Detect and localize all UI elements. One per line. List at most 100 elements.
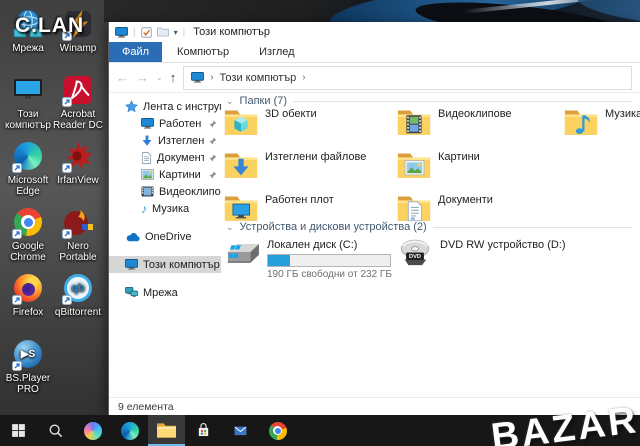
- sidebar-item-downloads[interactable]: Изтеглени файлове: [109, 132, 221, 149]
- ribbon-tabs: Файл Компютър Изглед: [109, 42, 640, 63]
- explorer-task-icon: [156, 422, 177, 439]
- folder-tile-documents[interactable]: Документи: [396, 191, 564, 225]
- taskbar-start-button[interactable]: [0, 415, 37, 446]
- item-count: 9 елемента: [118, 400, 174, 413]
- watermark-top-left: C.LAN: [15, 14, 85, 37]
- shortcut-arrow-icon: [62, 295, 72, 305]
- new-folder-icon[interactable]: [156, 27, 169, 37]
- group-header-devices[interactable]: ⌄ Устройства и дискови устройства (2): [226, 221, 632, 233]
- taskbar-copilot-button[interactable]: [74, 415, 111, 446]
- sidebar-item-music[interactable]: ♪ Музика: [109, 200, 221, 217]
- desktop-icon-label: Този компютър: [4, 109, 51, 131]
- chrome-icon: [11, 205, 45, 239]
- folder-tile-label: Изтеглени файлове: [265, 151, 367, 163]
- desktop-icon-irfanview[interactable]: IrfanView: [51, 139, 105, 186]
- desktop-icon-chrome[interactable]: Google Chrome: [1, 205, 55, 263]
- this-pc-icon: [11, 73, 45, 107]
- window-title: Този компютър: [193, 26, 270, 38]
- music-mini-icon: ♪: [141, 201, 147, 216]
- desktop-icon-label: Firefox: [12, 307, 44, 318]
- pin-icon: [209, 154, 217, 162]
- sidebar-item-desktop[interactable]: Работен плот: [109, 115, 221, 132]
- shortcut-arrow-icon: [62, 97, 72, 107]
- separator: |: [133, 26, 136, 38]
- window-titlebar[interactable]: | ▾ | Този компютър: [109, 22, 640, 42]
- file-explorer-window: | ▾ | Този компютър Файл Компютър Изглед ←…: [108, 22, 640, 415]
- up-icon[interactable]: ↑: [170, 71, 177, 84]
- taskbar-store-button[interactable]: [185, 415, 222, 446]
- downloads-mini-icon: [141, 135, 153, 147]
- desktop-icon-firefox[interactable]: Firefox: [1, 271, 55, 318]
- qat-dropdown-icon[interactable]: ▾: [174, 28, 178, 37]
- chrome-task-icon: [268, 421, 287, 440]
- address-bar[interactable]: › Този компютър ›: [183, 65, 632, 90]
- sidebar-item-onedrive-cloud[interactable]: OneDrive: [109, 228, 221, 245]
- desktop-icon-this-pc[interactable]: Този компютър: [1, 73, 55, 131]
- chevron-down-icon[interactable]: ⌄: [226, 222, 234, 233]
- sidebar-item-label: Документи: [157, 151, 204, 164]
- desktop-icon-nero[interactable]: Nero Portable: [51, 205, 105, 263]
- desktop-icon-label: Google Chrome: [10, 241, 46, 263]
- folder-tile-label: Музика: [605, 108, 640, 120]
- drive-hdd-icon: [223, 236, 261, 280]
- shortcut-arrow-icon: [62, 229, 72, 239]
- tab-изглед[interactable]: Изглед: [244, 42, 309, 62]
- acrobat-icon: [61, 73, 95, 107]
- folder-tile-pictures[interactable]: Картини: [396, 148, 564, 182]
- taskbar-chrome-button[interactable]: [259, 415, 296, 446]
- pin-icon: [209, 171, 217, 179]
- desktop-icon-edge[interactable]: Microsoft Edge: [1, 139, 55, 197]
- folder-documents-icon: [396, 191, 432, 225]
- sidebar-item-label: Този компютър: [143, 258, 220, 271]
- bsplayer-icon: ▶S: [11, 337, 45, 371]
- desktop-icon-qbittorrent[interactable]: qb qBittorrent: [51, 271, 105, 318]
- copilot-icon: [83, 421, 102, 440]
- desktop-icon-label: Nero Portable: [59, 241, 97, 263]
- this-pc-small-icon: [191, 72, 205, 83]
- separator: |: [182, 26, 186, 38]
- taskbar-mail-button[interactable]: [222, 415, 259, 446]
- desktop-icon-acrobat[interactable]: Acrobat Reader DC: [51, 73, 105, 131]
- tab-компютър[interactable]: Компютър: [162, 42, 244, 62]
- search-icon: [47, 422, 64, 439]
- history-dropdown-icon[interactable]: ⌄: [156, 73, 163, 82]
- back-icon[interactable]: ←: [116, 71, 129, 84]
- taskbar-explorer-button[interactable]: [148, 415, 185, 446]
- sidebar-item-documents[interactable]: Документи: [109, 149, 221, 166]
- sidebar-item-quick-access-star[interactable]: Лента с инструменти: [109, 98, 221, 115]
- taskbar-edge-button[interactable]: [111, 415, 148, 446]
- desktop-icon-label: Microsoft Edge: [7, 175, 49, 197]
- irfanview-icon: [61, 139, 95, 173]
- videos-mini-icon: [141, 186, 154, 197]
- shortcut-arrow-icon: [12, 229, 22, 239]
- sidebar-item-pictures[interactable]: Картини: [109, 166, 221, 183]
- folder-tile-music[interactable]: Музика: [563, 105, 640, 139]
- properties-check-icon[interactable]: [140, 26, 152, 38]
- folder-tile-desktop[interactable]: Работен плот: [223, 191, 391, 225]
- edge-icon: [11, 139, 45, 173]
- taskbar-search-button[interactable]: [37, 415, 74, 446]
- folder-tile-downloads[interactable]: Изтеглени файлове: [223, 148, 391, 182]
- desktop-icon-label: IrfanView: [57, 175, 99, 186]
- breadcrumb-separator: ›: [210, 72, 214, 83]
- sidebar-item-videos[interactable]: Видеоклипове: [109, 183, 221, 200]
- this-pc-mini-icon: [125, 259, 138, 270]
- quick-access-star-icon: [125, 100, 138, 113]
- breadcrumb[interactable]: Този компютър: [220, 72, 297, 84]
- desktop-icon-label: BS.Player PRO: [5, 373, 51, 395]
- folder-tile-videos[interactable]: Видеоклипове: [396, 105, 564, 139]
- desktop-icon-label: Мрежа: [12, 43, 44, 54]
- device-tile-hdd[interactable]: Локален диск (C:) 190 ГБ свободни от 232 …: [223, 236, 392, 280]
- sidebar-item-this-pc[interactable]: Този компютър: [109, 256, 221, 273]
- forward-icon[interactable]: →: [136, 71, 149, 84]
- folder-tile-3d[interactable]: 3D обекти: [223, 105, 391, 139]
- pin-icon: [209, 120, 217, 128]
- window-body: Лента с инструменти Работен плот Изтеглени…: [109, 93, 640, 397]
- tab-файл[interactable]: Файл: [109, 42, 163, 62]
- group-title: Устройства и дискови устройства (2): [239, 221, 427, 233]
- device-tile-label: Локален диск (C:): [267, 239, 358, 251]
- sidebar-item-network[interactable]: Мрежа: [109, 284, 221, 301]
- breadcrumb-separator: ›: [302, 72, 306, 83]
- desktop-icon-bsplayer[interactable]: ▶S BS.Player PRO: [1, 337, 55, 395]
- device-tile-dvd[interactable]: DVD DVD RW устройство (D:): [396, 236, 566, 271]
